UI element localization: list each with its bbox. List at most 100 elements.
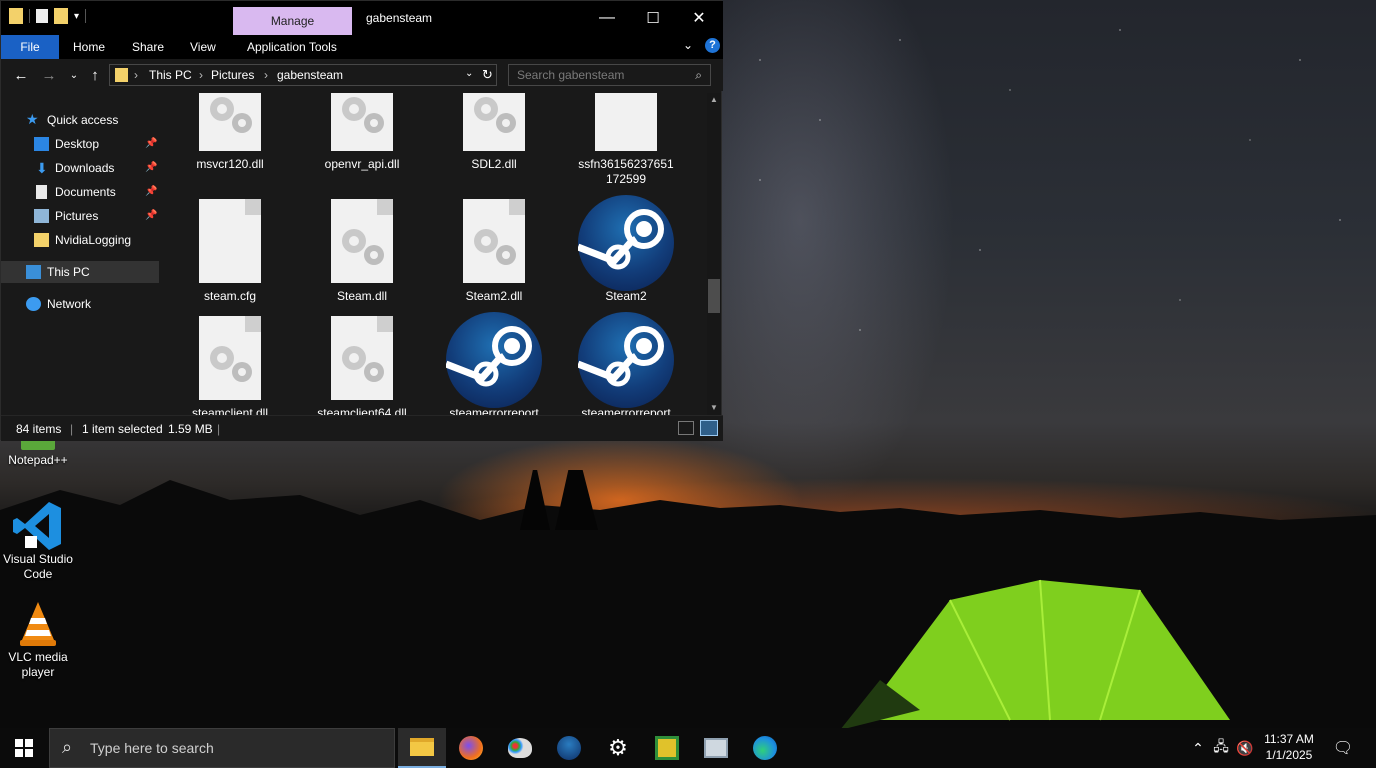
nav-pictures[interactable]: Pictures 📌 [1, 205, 159, 227]
taskbar-steam[interactable] [545, 728, 593, 768]
scroll-down-icon[interactable]: ▼ [710, 403, 718, 412]
forward-icon[interactable]: → [39, 65, 59, 85]
network-icon[interactable]: 🖧 [1210, 728, 1232, 768]
firefox-icon [459, 736, 483, 760]
folder-icon [115, 68, 128, 82]
selection-size: 1.59 MB [168, 422, 213, 436]
tab-view[interactable]: View [178, 35, 228, 59]
up-icon[interactable]: ↑ [85, 65, 105, 85]
minimize-button[interactable]: — [584, 1, 630, 35]
breadcrumb-separator: › [134, 68, 138, 82]
folder-icon [34, 233, 49, 247]
file-explorer-window: ▾ Manage gabensteam — ☐ ✕ File Home Shar… [0, 0, 723, 441]
new-folder-icon[interactable] [54, 8, 68, 24]
nav-nvidialogging[interactable]: NvidiaLogging [1, 229, 159, 251]
desktop-icon-vscode[interactable]: Visual Studio Code [0, 500, 76, 582]
nav-downloads[interactable]: ⬇ Downloads 📌 [1, 157, 159, 179]
taskbar-edge[interactable] [741, 728, 789, 768]
large-icons-view-icon[interactable] [700, 420, 718, 436]
file-item[interactable]: msvcr120.dll [180, 93, 280, 193]
window-title: gabensteam [366, 11, 433, 25]
taskbar-firefox[interactable] [447, 728, 495, 768]
steam-icon [576, 312, 674, 408]
breadcrumb-pictures[interactable]: Pictures [211, 68, 254, 82]
expand-ribbon-icon[interactable]: ⌄ [683, 38, 693, 52]
nav-desktop[interactable]: Desktop 📌 [1, 133, 159, 155]
title-bar[interactable]: ▾ Manage gabensteam — ☐ ✕ [1, 1, 723, 35]
scroll-up-icon[interactable]: ▲ [710, 95, 718, 104]
help-icon[interactable]: ? [705, 38, 720, 53]
breadcrumb-this-pc[interactable]: This PC [149, 68, 192, 82]
file-item[interactable]: Steam.dll [312, 199, 412, 307]
pin-icon: 📌 [145, 210, 158, 221]
tab-file[interactable]: File [1, 35, 59, 59]
file-item[interactable]: steamclient64.dll [312, 316, 412, 415]
desktop-icon-notepadpp[interactable]: Notepad++ [0, 438, 76, 468]
taskbar-file-explorer[interactable] [398, 728, 446, 768]
search-input[interactable]: Search gabensteam ⌕ [508, 64, 711, 86]
close-button[interactable]: ✕ [676, 1, 722, 35]
taskbar-app-folder[interactable] [692, 728, 740, 768]
maximize-button[interactable]: ☐ [630, 1, 676, 35]
pin-icon: 📌 [145, 138, 158, 149]
paint-icon [508, 738, 532, 758]
folder-icon [9, 8, 23, 24]
nav-documents[interactable]: Documents 📌 [1, 181, 159, 203]
dll-file-icon [199, 93, 261, 151]
action-center-icon[interactable]: 🗨 [1330, 728, 1356, 768]
volume-muted-icon[interactable]: 🔇 [1234, 728, 1256, 768]
nav-network[interactable]: Network [1, 293, 159, 315]
dll-file-icon [463, 199, 525, 283]
properties-icon[interactable] [36, 9, 48, 23]
file-item[interactable]: steamerrorreport [444, 312, 544, 415]
file-item[interactable]: ssfn36156237651 172599 [576, 93, 676, 193]
show-hidden-icons[interactable]: ⌃ [1188, 728, 1208, 768]
tab-home[interactable]: Home [61, 35, 117, 59]
address-dropdown-icon[interactable]: ⌄ [465, 68, 473, 79]
taskbar-settings[interactable]: ⚙ [594, 728, 642, 768]
tab-share[interactable]: Share [120, 35, 176, 59]
tab-manage[interactable]: Manage [233, 7, 352, 35]
nav-quick-access[interactable]: ★ Quick access [1, 109, 159, 131]
file-item[interactable]: openvr_api.dll [312, 93, 412, 193]
edge-icon [753, 736, 777, 760]
taskbar: ⌕ Type here to search ⚙ ⌃ 🖧 🔇 11:37 AM 1… [0, 728, 1376, 768]
taskbar-search-input[interactable]: ⌕ Type here to search [49, 728, 395, 768]
search-placeholder: Search gabensteam [517, 68, 625, 82]
vertical-scrollbar[interactable]: ▲ ▼ [707, 93, 721, 415]
vscode-icon [13, 502, 61, 550]
file-item[interactable]: steam.cfg [180, 199, 280, 307]
file-item[interactable]: steamclient.dll [180, 316, 280, 415]
desktop-icon-label: VLC media player [8, 650, 68, 679]
details-view-icon[interactable] [678, 421, 694, 435]
scrollbar-thumb[interactable] [708, 279, 720, 313]
breadcrumb-separator: › [199, 68, 203, 82]
dll-file-icon [331, 93, 393, 151]
recent-locations-icon[interactable]: ⌄ [64, 65, 84, 85]
address-bar[interactable]: › This PC › Pictures › gabensteam ⌄ ↻ [109, 64, 497, 86]
nav-this-pc[interactable]: This PC [1, 261, 159, 283]
file-item[interactable]: SDL2.dll [444, 93, 544, 193]
desktop-icon-vlc[interactable]: VLC media player [0, 600, 76, 680]
start-button[interactable] [0, 728, 48, 768]
tab-application-tools[interactable]: Application Tools [235, 35, 349, 59]
taskbar-paint[interactable] [496, 728, 544, 768]
file-item[interactable]: Steam2 [576, 195, 676, 307]
file-explorer-icon [410, 738, 434, 756]
system-clock[interactable]: 11:37 AM 1/1/2025 [1256, 731, 1322, 763]
dll-file-icon [331, 199, 393, 283]
app-icon [655, 736, 679, 760]
file-item[interactable]: steamerrorreport [576, 312, 676, 415]
back-icon[interactable]: ← [11, 65, 31, 85]
windows-icon [15, 739, 33, 757]
steam-icon [557, 736, 581, 760]
quick-access-toolbar: ▾ [9, 8, 87, 24]
breadcrumb-gabensteam[interactable]: gabensteam [277, 68, 343, 82]
customize-toolbar-icon[interactable]: ▾ [74, 11, 79, 22]
file-item[interactable]: Steam2.dll [444, 199, 544, 307]
taskbar-app-green[interactable] [643, 728, 691, 768]
desktop-icon [34, 137, 49, 151]
navigation-pane: ★ Quick access Desktop 📌 ⬇ Downloads 📌 D… [1, 93, 161, 415]
wallpaper-tent [840, 579, 1230, 730]
refresh-icon[interactable]: ↻ [482, 67, 493, 83]
